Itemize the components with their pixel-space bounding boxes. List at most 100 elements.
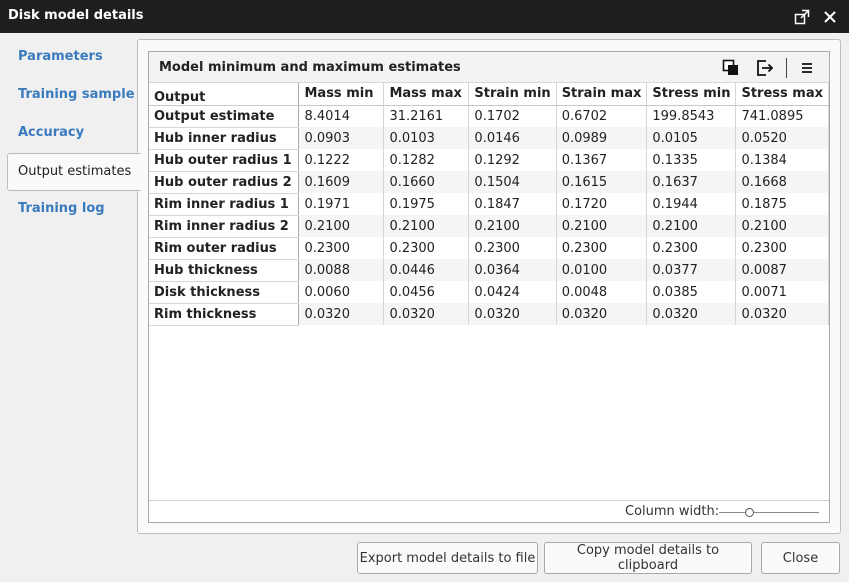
table-cell[interactable]: 0.1504 — [468, 171, 557, 193]
export-to-file-button[interactable]: Export model details to file — [357, 542, 538, 574]
table-cell[interactable]: 0.0320 — [735, 303, 829, 325]
table-cell[interactable]: 0.0424 — [468, 281, 557, 303]
table-cell[interactable]: 0.2300 — [735, 237, 829, 259]
table-cell[interactable]: 0.2300 — [298, 237, 385, 259]
table-cell[interactable]: 0.0100 — [556, 259, 648, 281]
table-cell[interactable]: 0.1615 — [556, 171, 648, 193]
copy-icon[interactable] — [721, 58, 741, 78]
table-row[interactable]: Hub outer radius 2 0.1609 0.1660 0.1504 0.16… — [149, 171, 829, 194]
table-cell[interactable]: 0.0087 — [735, 259, 829, 281]
table-cell[interactable]: 0.1367 — [556, 149, 648, 171]
table-cell[interactable]: 0.0146 — [468, 127, 557, 149]
table-cell[interactable]: 0.1975 — [383, 193, 470, 215]
table-cell[interactable]: 0.0320 — [468, 303, 557, 325]
column-header[interactable]: Stress min — [646, 83, 737, 106]
table-row[interactable]: Rim inner radius 1 0.1971 0.1975 0.1847 0.17… — [149, 193, 829, 216]
table-row[interactable]: Disk thickness 0.0060 0.0456 0.0424 0.0048 0.… — [149, 281, 829, 304]
table-cell[interactable]: 0.1335 — [646, 149, 737, 171]
panel-footer: Column width: — [149, 500, 829, 522]
table-cell[interactable]: 0.1847 — [468, 193, 557, 215]
table-cell[interactable]: 0.1944 — [646, 193, 737, 215]
table-cell[interactable]: 0.0105 — [646, 127, 737, 149]
export-icon[interactable] — [755, 58, 775, 78]
table-cell[interactable]: 0.1637 — [646, 171, 737, 193]
sidebar-item-training-log[interactable]: Training log — [8, 191, 140, 227]
table-cell[interactable]: 0.2300 — [646, 237, 737, 259]
table-cell[interactable]: 0.1971 — [298, 193, 385, 215]
copy-to-clipboard-button[interactable]: Copy model details to clipboard — [544, 542, 752, 574]
table-cell[interactable]: 31.2161 — [383, 105, 470, 127]
table-cell[interactable]: 741.0895 — [735, 105, 829, 127]
column-width-label: Column width: — [625, 504, 720, 519]
column-header[interactable]: Mass min — [298, 83, 385, 106]
column-width-slider-thumb[interactable] — [745, 508, 754, 517]
table-cell[interactable]: 0.0446 — [383, 259, 470, 281]
table-cell[interactable]: 0.2100 — [298, 215, 385, 237]
table-cell[interactable]: 0.0060 — [298, 281, 385, 303]
row-header: Hub outer radius 2 — [149, 171, 300, 194]
table-cell[interactable]: 0.2300 — [383, 237, 470, 259]
table-cell[interactable]: 0.0903 — [298, 127, 385, 149]
table-cell[interactable]: 0.2100 — [468, 215, 557, 237]
table-cell[interactable]: 0.2100 — [383, 215, 470, 237]
table-row[interactable]: Hub inner radius 0.0903 0.0103 0.0146 0.0989… — [149, 127, 829, 150]
table-cell[interactable]: 0.2100 — [556, 215, 648, 237]
table-cell[interactable]: 0.0320 — [298, 303, 385, 325]
table-row[interactable]: Hub outer radius 1 0.1222 0.1282 0.1292 0.13… — [149, 149, 829, 172]
table-cell[interactable]: 0.1668 — [735, 171, 829, 193]
sidebar-item-output-estimates[interactable]: Output estimates — [7, 153, 141, 191]
header-separator — [786, 58, 787, 78]
table-cell[interactable]: 0.1702 — [468, 105, 557, 127]
table-row[interactable]: Hub thickness 0.0088 0.0446 0.0364 0.0100 0.0… — [149, 259, 829, 282]
table-cell[interactable]: 199.8543 — [646, 105, 737, 127]
output-column-header[interactable]: Output — [149, 83, 300, 106]
table-row[interactable]: Rim outer radius 0.2300 0.2300 0.2300 0.2300… — [149, 237, 829, 260]
column-header[interactable]: Strain min — [468, 83, 557, 106]
table-cell[interactable]: 0.0364 — [468, 259, 557, 281]
table-cell[interactable]: 0.0320 — [383, 303, 470, 325]
table-cell[interactable]: 0.1660 — [383, 171, 470, 193]
table-cell[interactable]: 0.1222 — [298, 149, 385, 171]
table-cell[interactable]: 0.2300 — [556, 237, 648, 259]
panel-title: Model minimum and maximum estimates — [159, 60, 461, 75]
estimates-panel: Model minimum and maximum estimates Outp… — [148, 51, 830, 523]
table-row[interactable]: Rim inner radius 2 0.2100 0.2100 0.2100 0.21… — [149, 215, 829, 238]
menu-icon[interactable] — [797, 58, 817, 78]
table-cell[interactable]: 0.1282 — [383, 149, 470, 171]
table-cell[interactable]: 0.0456 — [383, 281, 470, 303]
table-cell[interactable]: 0.1292 — [468, 149, 557, 171]
table-row[interactable]: Output estimate 8.4014 31.2161 0.1702 0.6702… — [149, 105, 829, 128]
popout-icon[interactable] — [791, 6, 813, 28]
table-cell[interactable]: 0.0048 — [556, 281, 648, 303]
column-header[interactable]: Strain max — [556, 83, 648, 106]
table-cell[interactable]: 0.0989 — [556, 127, 648, 149]
table-cell[interactable]: 0.0103 — [383, 127, 470, 149]
table-row[interactable]: Rim thickness 0.0320 0.0320 0.0320 0.0320 0.0… — [149, 303, 829, 326]
table-cell[interactable]: 0.1875 — [735, 193, 829, 215]
table-cell[interactable]: 0.0320 — [556, 303, 648, 325]
table-cell[interactable]: 0.2300 — [468, 237, 557, 259]
table-cell[interactable]: 0.1720 — [556, 193, 648, 215]
column-header[interactable]: Stress max — [735, 83, 829, 106]
table-cell[interactable]: 0.0071 — [735, 281, 829, 303]
table-cell[interactable]: 0.6702 — [556, 105, 648, 127]
column-header[interactable]: Mass max — [383, 83, 470, 106]
table-cell[interactable]: 0.2100 — [735, 215, 829, 237]
table-cell[interactable]: 0.1609 — [298, 171, 385, 193]
table-cell[interactable]: 0.0520 — [735, 127, 829, 149]
table-cell[interactable]: 0.0377 — [646, 259, 737, 281]
table-cell[interactable]: 0.2100 — [646, 215, 737, 237]
close-button[interactable]: Close — [761, 542, 840, 574]
close-icon[interactable] — [819, 6, 841, 28]
table-cell[interactable]: 0.0320 — [646, 303, 737, 325]
table-cell[interactable]: 0.0088 — [298, 259, 385, 281]
column-width-slider[interactable] — [719, 512, 819, 513]
sidebar-item-training-sample[interactable]: Training sample — [8, 77, 140, 113]
sidebar-item-accuracy[interactable]: Accuracy — [8, 115, 140, 151]
window-title: Disk model details — [8, 8, 144, 23]
row-header: Disk thickness — [149, 281, 300, 304]
table-cell[interactable]: 0.1384 — [735, 149, 829, 171]
sidebar-item-parameters[interactable]: Parameters — [8, 39, 140, 75]
table-cell[interactable]: 0.0385 — [646, 281, 737, 303]
table-cell[interactable]: 8.4014 — [298, 105, 385, 127]
